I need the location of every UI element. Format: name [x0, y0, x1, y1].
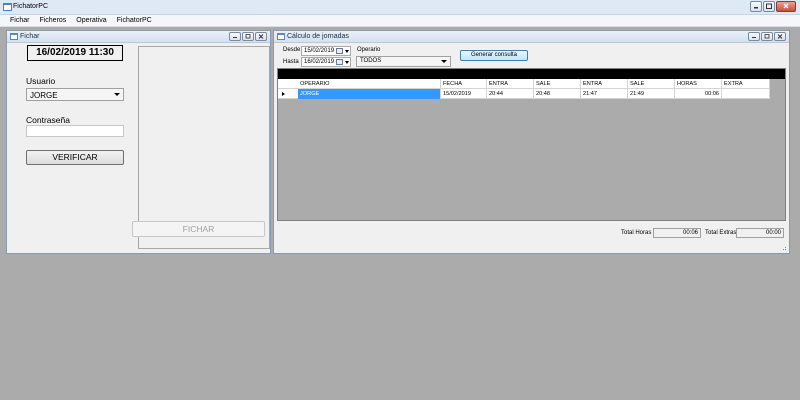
resize-grip-icon[interactable] — [781, 245, 787, 251]
fichar-minimize-button[interactable] — [229, 32, 241, 41]
jornadas-grid: OPERARIO FECHA ENTRA SALE ENTRA SALE HOR… — [277, 68, 786, 221]
app-icon — [3, 3, 12, 11]
fichar-window-titlebar: Fichar — [7, 31, 270, 43]
generate-query-button[interactable]: Generar consulta — [460, 50, 528, 61]
grid-header-strip — [278, 69, 785, 79]
cell-sale-1[interactable]: 20:48 — [534, 89, 581, 99]
column-header-horas[interactable]: HORAS — [675, 79, 722, 89]
column-header-sale-2[interactable]: SALE — [628, 79, 675, 89]
usuario-label: Usuario — [26, 76, 56, 86]
calendar-icon — [336, 59, 343, 65]
column-header-entra-1[interactable]: ENTRA — [487, 79, 534, 89]
fichar-window-title: Fichar — [20, 33, 40, 40]
operario-select[interactable]: TODOS — [356, 56, 451, 67]
desde-label: Desde — [283, 47, 301, 53]
minimize-button[interactable] — [750, 1, 762, 12]
column-header-operario[interactable]: OPERARIO — [298, 79, 441, 89]
chevron-down-icon — [345, 61, 349, 64]
app-titlebar: FichatorPC — [0, 0, 800, 15]
calculo-minimize-button[interactable] — [748, 32, 760, 41]
app-title: FichatorPC — [13, 3, 49, 10]
menu-bar: Fichar Ficheros Operativa FichatorPC — [0, 15, 800, 27]
fichar-button[interactable]: FICHAR — [132, 221, 265, 237]
desde-value: 15/02/2019 — [304, 48, 335, 54]
chevron-down-icon — [345, 50, 349, 53]
column-header-extra[interactable]: EXTRA — [722, 79, 770, 89]
total-horas-label: Total Horas — [621, 230, 652, 236]
usuario-value: JORGE — [30, 91, 58, 100]
close-button[interactable] — [776, 1, 796, 12]
chevron-down-icon — [441, 60, 447, 63]
close-icon — [777, 34, 783, 39]
cell-entra-2[interactable]: 21:47 — [581, 89, 628, 99]
password-label: Contraseña — [26, 115, 70, 125]
column-header-sale-1[interactable]: SALE — [534, 79, 581, 89]
calculo-window: Cálculo de jornadas Desde 15/02/2019 Has… — [273, 30, 790, 254]
menu-fichar[interactable]: Fichar — [5, 15, 34, 26]
calculo-window-titlebar: Cálculo de jornadas — [274, 31, 789, 43]
verify-button[interactable]: VERIFICAR — [26, 150, 124, 165]
photo-box — [138, 46, 270, 249]
total-horas-value: 00:06 — [653, 228, 701, 238]
menu-fichatorpc[interactable]: FichatorPC — [112, 15, 157, 26]
password-field[interactable] — [26, 125, 124, 137]
desde-datepicker[interactable]: 15/02/2019 — [301, 46, 351, 56]
operario-label: Operario — [357, 47, 381, 53]
grid-column-headers: OPERARIO FECHA ENTRA SALE ENTRA SALE HOR… — [278, 79, 770, 89]
cell-fecha[interactable]: 15/02/2019 — [441, 89, 487, 99]
cell-sale-2[interactable]: 21:49 — [628, 89, 675, 99]
calculo-close-button[interactable] — [774, 32, 786, 41]
chevron-down-icon — [114, 93, 120, 96]
cell-operario[interactable]: JORGE — [298, 89, 441, 99]
column-header-fecha[interactable]: FECHA — [441, 79, 487, 89]
maximize-icon — [766, 3, 772, 9]
calculo-restore-button[interactable] — [761, 32, 773, 41]
usuario-select[interactable]: JORGE — [26, 88, 124, 101]
menu-ficheros[interactable]: Ficheros — [34, 15, 71, 26]
fichar-restore-button[interactable] — [242, 32, 254, 41]
minimize-icon — [754, 7, 758, 9]
operario-value: TODOS — [360, 58, 382, 64]
hasta-value: 16/02/2019 — [304, 59, 335, 65]
restore-icon — [764, 34, 770, 39]
menu-operativa[interactable]: Operativa — [71, 15, 111, 26]
table-row[interactable]: JORGE 15/02/2019 20:44 20:48 21:47 21:49… — [278, 89, 770, 99]
total-extras-value: 00:00 — [736, 228, 784, 238]
maximize-button[interactable] — [763, 1, 775, 12]
column-header-entra-2[interactable]: ENTRA — [581, 79, 628, 89]
total-extras-label: Total Extras — [705, 230, 737, 236]
row-selector-arrow-icon — [282, 92, 285, 96]
fichar-close-button[interactable] — [255, 32, 267, 41]
fichar-window: Fichar 16/02/2019 11:30 Usuario JORGE Co… — [6, 30, 271, 254]
calculo-window-title: Cálculo de jornadas — [287, 33, 349, 40]
cell-horas[interactable]: 00:06 — [675, 89, 722, 99]
minimize-icon — [233, 37, 237, 38]
close-icon — [783, 3, 789, 9]
restore-icon — [245, 34, 251, 39]
calendar-icon — [336, 48, 343, 54]
datetime-display: 16/02/2019 11:30 — [27, 45, 123, 61]
cell-extra[interactable] — [722, 89, 770, 99]
hasta-datepicker[interactable]: 16/02/2019 — [301, 57, 351, 67]
cell-entra-1[interactable]: 20:44 — [487, 89, 534, 99]
window-icon — [10, 33, 18, 40]
hasta-label: Hasta — [283, 59, 299, 65]
minimize-icon — [752, 37, 756, 38]
window-icon — [277, 33, 285, 40]
close-icon — [258, 34, 264, 39]
